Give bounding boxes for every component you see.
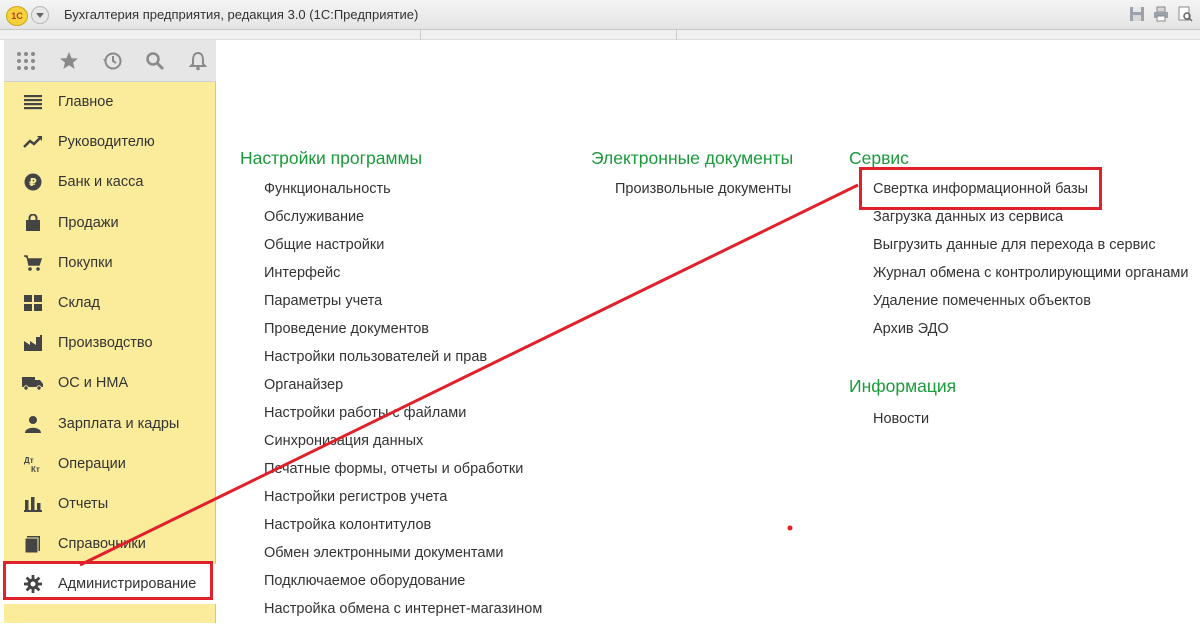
sidebar-item-sales[interactable]: Продажи [4,203,216,243]
bar-chart-icon [22,493,44,515]
factory-icon [22,332,44,354]
svg-text:₽: ₽ [29,176,37,189]
truck-icon [22,372,44,394]
apps-grid-icon[interactable] [14,49,38,73]
link-data-sync[interactable]: Синхронизация данных [264,432,542,460]
sidebar-item-label: Руководителю [58,134,155,151]
search-icon[interactable] [143,49,167,73]
warehouse-grid-icon [22,292,44,314]
history-icon[interactable] [100,49,124,73]
sections-panel: Главное Руководителю ₽ Банк и касса Прод… [4,40,216,623]
sidebar-item-label: Склад [58,295,100,312]
link-print-forms[interactable]: Печатные формы, отчеты и обработки [264,460,542,488]
link-load-from-service[interactable]: Загрузка данных из сервиса [873,208,1188,236]
dt-kt-icon: Дт Кт [22,453,44,475]
sidebar-item-label: Банк и касса [58,174,144,191]
group-title-settings: Настройки программы [240,148,423,168]
title-bar: 1С Бухгалтерия предприятия, редакция 3.0… [0,0,1200,30]
link-eshop-exchange[interactable]: Настройка обмена с интернет-магазином [264,600,542,628]
section-settings: Настройки программы Функциональность Обс… [240,146,542,628]
print-icon[interactable] [1152,5,1170,23]
kt-label: Кт [31,465,40,474]
settings-links: Функциональность Обслуживание Общие наст… [264,180,542,628]
sidebar-item-manager[interactable]: Руководителю [4,122,216,162]
link-export-to-service[interactable]: Выгрузить данные для перехода в сервис [873,236,1188,264]
info-links: Новости [873,410,929,438]
link-edo-archive[interactable]: Архив ЭДО [873,320,1188,348]
menu-lines-icon [22,91,44,113]
trend-icon [22,131,44,153]
sidebar-item-label: Продажи [58,214,119,231]
sidebar-item-assets[interactable]: ОС и НМА [4,363,216,403]
link-users-rights[interactable]: Настройки пользователей и прав [264,348,542,376]
annotation-highlight-administration [3,561,213,600]
link-maintenance[interactable]: Обслуживание [264,208,542,236]
group-title-edocs: Электронные документы [591,148,794,168]
panel-strip [0,30,1200,40]
books-icon [22,533,44,555]
annotation-highlight-db-collapse [859,167,1102,210]
link-arbitrary-docs[interactable]: Произвольные документы [615,180,793,208]
sidebar-item-warehouse[interactable]: Склад [4,283,216,323]
sidebar-item-purchases[interactable]: Покупки [4,243,216,283]
title-bar-tools [1128,5,1194,23]
save-icon[interactable] [1128,5,1146,23]
sidebar-item-main[interactable]: Главное [4,82,216,122]
person-icon [22,413,44,435]
sidebar-item-label: Производство [58,335,153,352]
sidebar-item-label: ОС и НМА [58,375,129,392]
link-interface[interactable]: Интерфейс [264,264,542,292]
divider [420,30,421,40]
main-menu-button[interactable] [31,6,49,24]
sidebar-item-label: Зарплата и кадры [58,415,180,432]
section-edocs: Электронные документы Произвольные докум… [591,146,793,208]
link-equipment[interactable]: Подключаемое оборудование [264,572,542,600]
sections-nav: Главное Руководителю ₽ Банк и касса Прод… [4,82,216,605]
sidebar-item-label: Отчеты [58,495,109,512]
sidebar-item-label: Операции [58,455,126,472]
link-exchange-journal[interactable]: Журнал обмена с контролирующими органами [873,264,1188,292]
annotation-dot [787,525,793,531]
star-icon[interactable] [57,49,81,73]
bell-icon[interactable] [186,49,210,73]
cart-icon [22,252,44,274]
group-title-info: Информация [849,376,957,396]
app-logo: 1С [6,6,28,26]
sidebar-item-reports[interactable]: Отчеты [4,484,216,524]
sidebar-item-label: Справочники [58,536,146,553]
sidebar-item-label: Покупки [58,254,113,271]
link-accounting-params[interactable]: Параметры учета [264,292,542,320]
divider [676,30,677,40]
link-file-settings[interactable]: Настройки работы с файлами [264,404,542,432]
link-delete-marked[interactable]: Удаление помеченных объектов [873,292,1188,320]
link-general-settings[interactable]: Общие настройки [264,236,542,264]
link-organizer[interactable]: Органайзер [264,376,542,404]
link-functionality[interactable]: Функциональность [264,180,542,208]
sidebar-item-operations[interactable]: Дт Кт Операции [4,444,216,484]
window-title: Бухгалтерия предприятия, редакция 3.0 (1… [64,7,419,22]
dt-label: Дт [24,456,34,465]
sidebar-item-catalogs[interactable]: Справочники [4,524,216,564]
link-document-posting[interactable]: Проведение документов [264,320,542,348]
sidebar-item-production[interactable]: Производство [4,323,216,363]
edocs-links: Произвольные документы [615,180,793,208]
link-edoc-exchange[interactable]: Обмен электронными документами [264,544,542,572]
sidebar-item-bank[interactable]: ₽ Банк и касса [4,162,216,202]
sidebar-item-label: Главное [58,94,114,111]
link-headers-footers[interactable]: Настройка колонтитулов [264,516,542,544]
shopping-bag-icon [22,212,44,234]
preview-icon[interactable] [1176,5,1194,23]
link-registers-settings[interactable]: Настройки регистров учета [264,488,542,516]
sidebar-toolbar [4,40,216,82]
sidebar-item-salary[interactable]: Зарплата и кадры [4,404,216,444]
ruble-coin-icon: ₽ [22,171,44,193]
link-news[interactable]: Новости [873,410,929,438]
